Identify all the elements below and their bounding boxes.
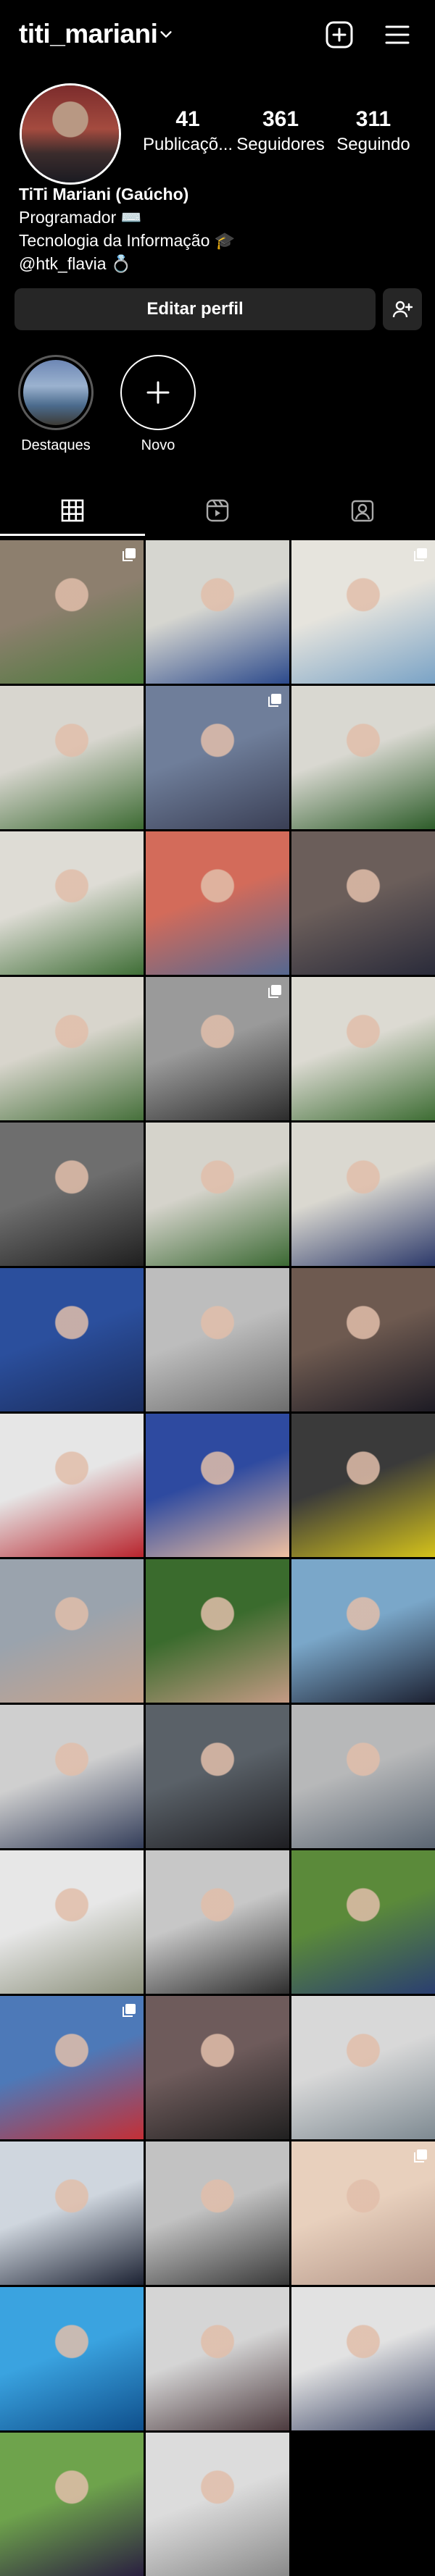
profile-bio: TiTi Mariani (Gaúcho) Programador ⌨️ Tec…: [19, 182, 235, 275]
profile-header: titi_mariani: [0, 0, 435, 72]
post-thumbnail[interactable]: [146, 977, 289, 1120]
post-thumbnail[interactable]: [0, 540, 144, 684]
post-thumbnail[interactable]: [291, 540, 435, 684]
tab-reels[interactable]: [145, 487, 290, 534]
post-thumbnail[interactable]: [291, 1123, 435, 1266]
username[interactable]: titi_mariani: [19, 19, 158, 49]
bio-mention[interactable]: @htk_flavia 💍: [19, 252, 235, 275]
post-thumbnail[interactable]: [146, 686, 289, 829]
highlight-destaques[interactable]: Destaques: [12, 355, 99, 454]
post-thumbnail[interactable]: [0, 1996, 144, 2139]
post-thumbnail[interactable]: [146, 1850, 289, 1994]
tab-grid[interactable]: [0, 487, 145, 536]
multiple-photos-icon: [268, 985, 281, 998]
multiple-photos-icon: [268, 694, 281, 707]
post-thumbnail[interactable]: [291, 1996, 435, 2139]
post-thumbnail[interactable]: [146, 1705, 289, 1848]
post-thumbnail[interactable]: [0, 831, 144, 975]
followers-number: 361: [262, 107, 299, 131]
post-thumbnail[interactable]: [146, 1996, 289, 2139]
display-name: TiTi Mariani (Gaúcho): [19, 185, 189, 204]
multiple-photos-icon: [414, 2149, 427, 2162]
post-thumbnail[interactable]: [291, 1414, 435, 1557]
post-thumbnail[interactable]: [0, 2433, 144, 2576]
grid-icon: [61, 499, 84, 522]
post-thumbnail[interactable]: [291, 2141, 435, 2285]
discover-people-button[interactable]: [383, 288, 422, 330]
post-thumbnail[interactable]: [0, 686, 144, 829]
post-thumbnail[interactable]: [0, 1850, 144, 1994]
reels-icon: [206, 499, 229, 522]
followers-count[interactable]: 361 Seguidores: [233, 107, 328, 155]
following-label: Seguindo: [336, 135, 410, 154]
post-thumbnail[interactable]: [146, 1268, 289, 1411]
multiple-photos-icon: [123, 2004, 136, 2017]
plus-icon: [146, 381, 170, 404]
post-thumbnail[interactable]: [291, 1559, 435, 1703]
following-number: 311: [355, 107, 392, 131]
post-thumbnail[interactable]: [146, 1559, 289, 1703]
highlight-new[interactable]: Novo: [115, 355, 202, 454]
post-thumbnail[interactable]: [0, 2141, 144, 2285]
post-thumbnail[interactable]: [146, 831, 289, 975]
multiple-photos-icon: [414, 548, 427, 561]
bio-line-2: Tecnologia da Informação 🎓: [19, 231, 236, 250]
edit-profile-button[interactable]: Editar perfil: [14, 288, 376, 330]
post-thumbnail[interactable]: [291, 2287, 435, 2430]
post-thumbnail[interactable]: [146, 2141, 289, 2285]
post-thumbnail[interactable]: [0, 1123, 144, 1266]
post-thumbnail[interactable]: [146, 1123, 289, 1266]
tagged-icon: [351, 500, 374, 522]
post-thumbnail[interactable]: [0, 977, 144, 1120]
post-thumbnail[interactable]: [291, 1850, 435, 1994]
tab-tagged[interactable]: [290, 487, 435, 534]
add-person-icon: [392, 301, 413, 318]
profile-tabs: [0, 487, 435, 536]
posts-count[interactable]: 41 Publicaçõ...: [143, 107, 233, 155]
highlight-label: Novo: [141, 437, 175, 453]
posts-label: Publicaçõ...: [143, 135, 233, 154]
post-thumbnail[interactable]: [146, 2433, 289, 2576]
post-thumbnail[interactable]: [0, 2287, 144, 2430]
posts-number: 41: [175, 107, 200, 131]
post-thumbnail[interactable]: [0, 1559, 144, 1703]
post-thumbnail[interactable]: [291, 977, 435, 1120]
plus-square-icon[interactable]: [325, 20, 354, 49]
post-thumbnail[interactable]: [291, 1268, 435, 1411]
following-count[interactable]: 311 Seguindo: [334, 107, 413, 155]
post-thumbnail[interactable]: [146, 540, 289, 684]
highlight-cover: [23, 360, 88, 425]
bio-line-1: Programador ⌨️: [19, 208, 142, 227]
menu-icon[interactable]: [383, 20, 412, 49]
post-thumbnail[interactable]: [0, 1414, 144, 1557]
highlight-label: Destaques: [21, 437, 91, 453]
avatar[interactable]: [20, 83, 121, 185]
multiple-photos-icon: [123, 548, 136, 561]
post-thumbnail[interactable]: [0, 1705, 144, 1848]
post-thumbnail[interactable]: [146, 2287, 289, 2430]
post-thumbnail[interactable]: [291, 831, 435, 975]
post-thumbnail[interactable]: [291, 686, 435, 829]
active-tab-indicator: [0, 534, 145, 536]
post-thumbnail[interactable]: [146, 1414, 289, 1557]
post-thumbnail[interactable]: [0, 1268, 144, 1411]
chevron-down-icon[interactable]: [158, 26, 174, 42]
post-thumbnail[interactable]: [291, 1705, 435, 1848]
followers-label: Seguidores: [236, 135, 325, 154]
